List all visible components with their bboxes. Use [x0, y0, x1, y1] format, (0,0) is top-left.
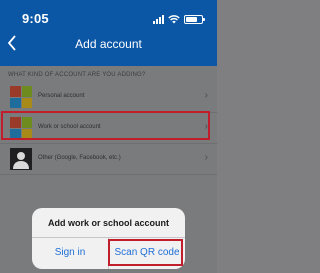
section-header: WHAT KIND OF ACCOUNT ARE YOU ADDING? [8, 72, 146, 78]
sign-in-button[interactable]: Sign in [32, 241, 108, 265]
status-icons [153, 12, 205, 24]
battery-icon [184, 15, 205, 24]
scan-qr-highlight-box [108, 239, 183, 266]
list-item-personal-account[interactable]: Personal account › [0, 82, 217, 113]
dialog-title: Add work or school account [47, 218, 169, 228]
signal-icon [153, 14, 164, 24]
wifi-icon [168, 15, 180, 24]
list-item-label: Other (Google, Facebook, etc.) [38, 155, 121, 161]
battery-level [186, 17, 197, 22]
chevron-right-icon: › [204, 152, 208, 163]
nav-header: 9:05 Add account [0, 0, 217, 66]
microsoft-logo-icon [10, 86, 32, 108]
work-account-highlight-box [1, 111, 210, 140]
chevron-right-icon: › [204, 90, 208, 101]
page-title: Add account [75, 37, 142, 51]
app-screen: 9:05 Add account WHAT KIND OF ACCOUNT AR… [0, 0, 217, 273]
list-item-other-account[interactable]: Other (Google, Facebook, etc.) › [0, 144, 217, 175]
list-item-label: Personal account [38, 93, 85, 99]
person-silhouette-icon [10, 148, 32, 170]
status-time: 9:05 [22, 11, 49, 26]
